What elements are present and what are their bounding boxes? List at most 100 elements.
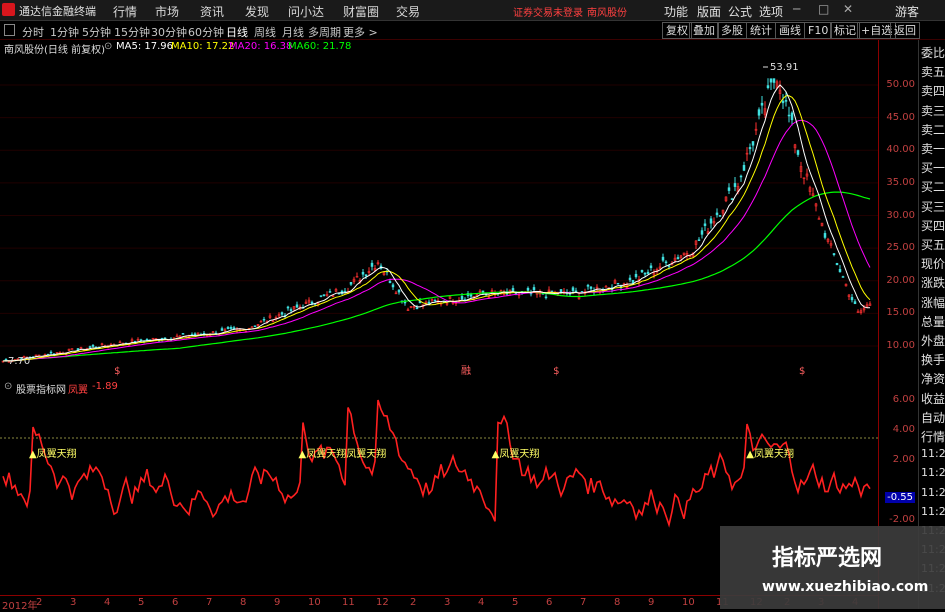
candle-body: [631, 279, 635, 284]
period-tab-5min[interactable]: 5分钟: [82, 24, 111, 40]
chart-title: 南风股份(日线 前复权): [4, 45, 105, 56]
period-tab-30min[interactable]: 30分钟: [151, 24, 187, 40]
menu-function[interactable]: 功能: [664, 3, 688, 20]
candle-body: [784, 100, 788, 102]
event-marker[interactable]: $: [553, 366, 559, 377]
side-label[interactable]: 卖一: [921, 140, 945, 157]
side-label[interactable]: 净资: [921, 370, 945, 387]
event-marker[interactable]: $: [799, 366, 805, 377]
side-label[interactable]: 收益: [921, 390, 945, 407]
period-tab-60min[interactable]: 60分钟: [188, 24, 224, 40]
stats-button[interactable]: 统计: [746, 22, 776, 39]
side-label[interactable]: 换手: [921, 351, 945, 368]
side-label[interactable]: 买一: [921, 159, 945, 176]
side-label[interactable]: 买二: [921, 178, 945, 195]
candle-body: [574, 290, 578, 293]
draw-line-button[interactable]: 画线: [775, 22, 805, 39]
f10-button[interactable]: F10: [804, 22, 833, 39]
overlay-button[interactable]: 叠加: [689, 22, 719, 39]
candle-body: [727, 187, 731, 191]
candle-body: [841, 276, 845, 278]
side-label[interactable]: 11:2: [921, 486, 945, 499]
adjust-button[interactable]: 复权: [662, 22, 692, 39]
side-label[interactable]: 11:2: [921, 447, 945, 460]
event-marker[interactable]: 融: [461, 365, 471, 377]
side-label[interactable]: 行情: [921, 428, 945, 445]
price-tick: 45.00: [886, 111, 915, 123]
candle-body: [361, 271, 365, 275]
menu-options[interactable]: 选项: [759, 3, 783, 20]
menu-guest[interactable]: 游客: [895, 3, 919, 20]
candle-body: [739, 175, 743, 178]
maximize-icon[interactable]: □: [818, 2, 829, 16]
candle-body: [838, 269, 842, 273]
side-label[interactable]: 买三: [921, 198, 945, 215]
period-tab-daily[interactable]: 日线: [226, 24, 248, 40]
indicator-settings-icon[interactable]: ⊙: [4, 381, 12, 392]
candle-body: [559, 289, 563, 292]
side-label[interactable]: 现价: [921, 255, 945, 272]
menu-item-news[interactable]: 资讯: [200, 3, 224, 20]
side-label[interactable]: 涨幅: [921, 294, 945, 311]
candle-body: [703, 223, 707, 226]
menu-item-market[interactable]: 市场: [155, 3, 179, 20]
side-label[interactable]: 买五: [921, 236, 945, 253]
side-label[interactable]: 卖三: [921, 102, 945, 119]
time-tick: 5: [512, 597, 519, 608]
candle-body: [571, 287, 575, 291]
indicator-tick: 6.00: [892, 394, 915, 405]
side-label[interactable]: 外盘: [921, 332, 945, 349]
candle-body: [769, 78, 773, 83]
panel-toggle-icon[interactable]: [4, 24, 15, 36]
menu-item-trade[interactable]: 交易: [396, 3, 420, 20]
period-tab-monthly[interactable]: 月线: [282, 24, 304, 40]
menu-item-wealth[interactable]: 财富圈: [343, 3, 379, 20]
mark-button[interactable]: 标记: [830, 22, 860, 39]
candle-body: [697, 239, 701, 241]
watermark-title: 指标严选网: [772, 546, 883, 571]
period-tab-1min[interactable]: 1分钟: [50, 24, 79, 40]
time-tick: 4: [104, 597, 111, 608]
period-tab-15min[interactable]: 15分钟: [114, 24, 150, 40]
quote-side-panel: 委比卖五卖四卖三卖二卖一买一买二买三买四买五现价涨跌涨幅总量外盘换手净资收益自动…: [918, 40, 945, 609]
side-label[interactable]: 卖五: [921, 63, 945, 80]
candle-body: [742, 165, 746, 171]
period-tab-more[interactable]: 更多 >: [343, 24, 378, 40]
side-label[interactable]: 11:2: [921, 505, 945, 518]
period-tab-weekly[interactable]: 周线: [254, 24, 276, 40]
back-button[interactable]: 返回: [890, 22, 920, 39]
menu-item-ask[interactable]: 问小达: [288, 3, 324, 20]
candle-body: [760, 102, 764, 106]
event-marker[interactable]: $: [114, 366, 120, 377]
ma20-line: [2, 119, 871, 362]
side-label[interactable]: 11:2: [921, 466, 945, 479]
login-status[interactable]: 证券交易未登录: [513, 4, 583, 19]
side-label[interactable]: 涨跌: [921, 274, 945, 291]
price-tick: 35.00: [886, 176, 915, 188]
candle-body: [262, 318, 266, 321]
side-label[interactable]: 自动: [921, 409, 945, 426]
time-tick: 8: [614, 597, 621, 608]
menu-item-quotes[interactable]: 行情: [113, 3, 137, 20]
menu-formula[interactable]: 公式: [728, 3, 752, 20]
candle-body: [310, 301, 314, 304]
period-tab-timeshare[interactable]: 分时: [22, 24, 44, 40]
side-label[interactable]: 总量: [921, 313, 945, 330]
menu-item-discover[interactable]: 发现: [245, 3, 269, 20]
candle-body: [226, 327, 230, 329]
side-label[interactable]: 卖二: [921, 121, 945, 138]
multi-stock-button[interactable]: 多股: [717, 22, 747, 39]
menu-layout[interactable]: 版面: [697, 3, 721, 20]
candle-body: [343, 290, 347, 293]
time-tick: 3: [70, 597, 77, 608]
period-tab-multi[interactable]: 多周期: [308, 24, 341, 40]
side-label[interactable]: 卖四: [921, 82, 945, 99]
price-chart[interactable]: 53.91 7.70 $ 融 $ $: [0, 56, 878, 378]
close-icon[interactable]: ✕: [843, 2, 853, 16]
candle-body: [532, 287, 536, 291]
minimize-icon[interactable]: ─: [793, 2, 800, 16]
side-label[interactable]: 委比: [921, 44, 945, 61]
side-label[interactable]: 买四: [921, 217, 945, 234]
candle-body: [433, 299, 437, 302]
settings-circle-icon[interactable]: ⊙: [104, 41, 112, 52]
